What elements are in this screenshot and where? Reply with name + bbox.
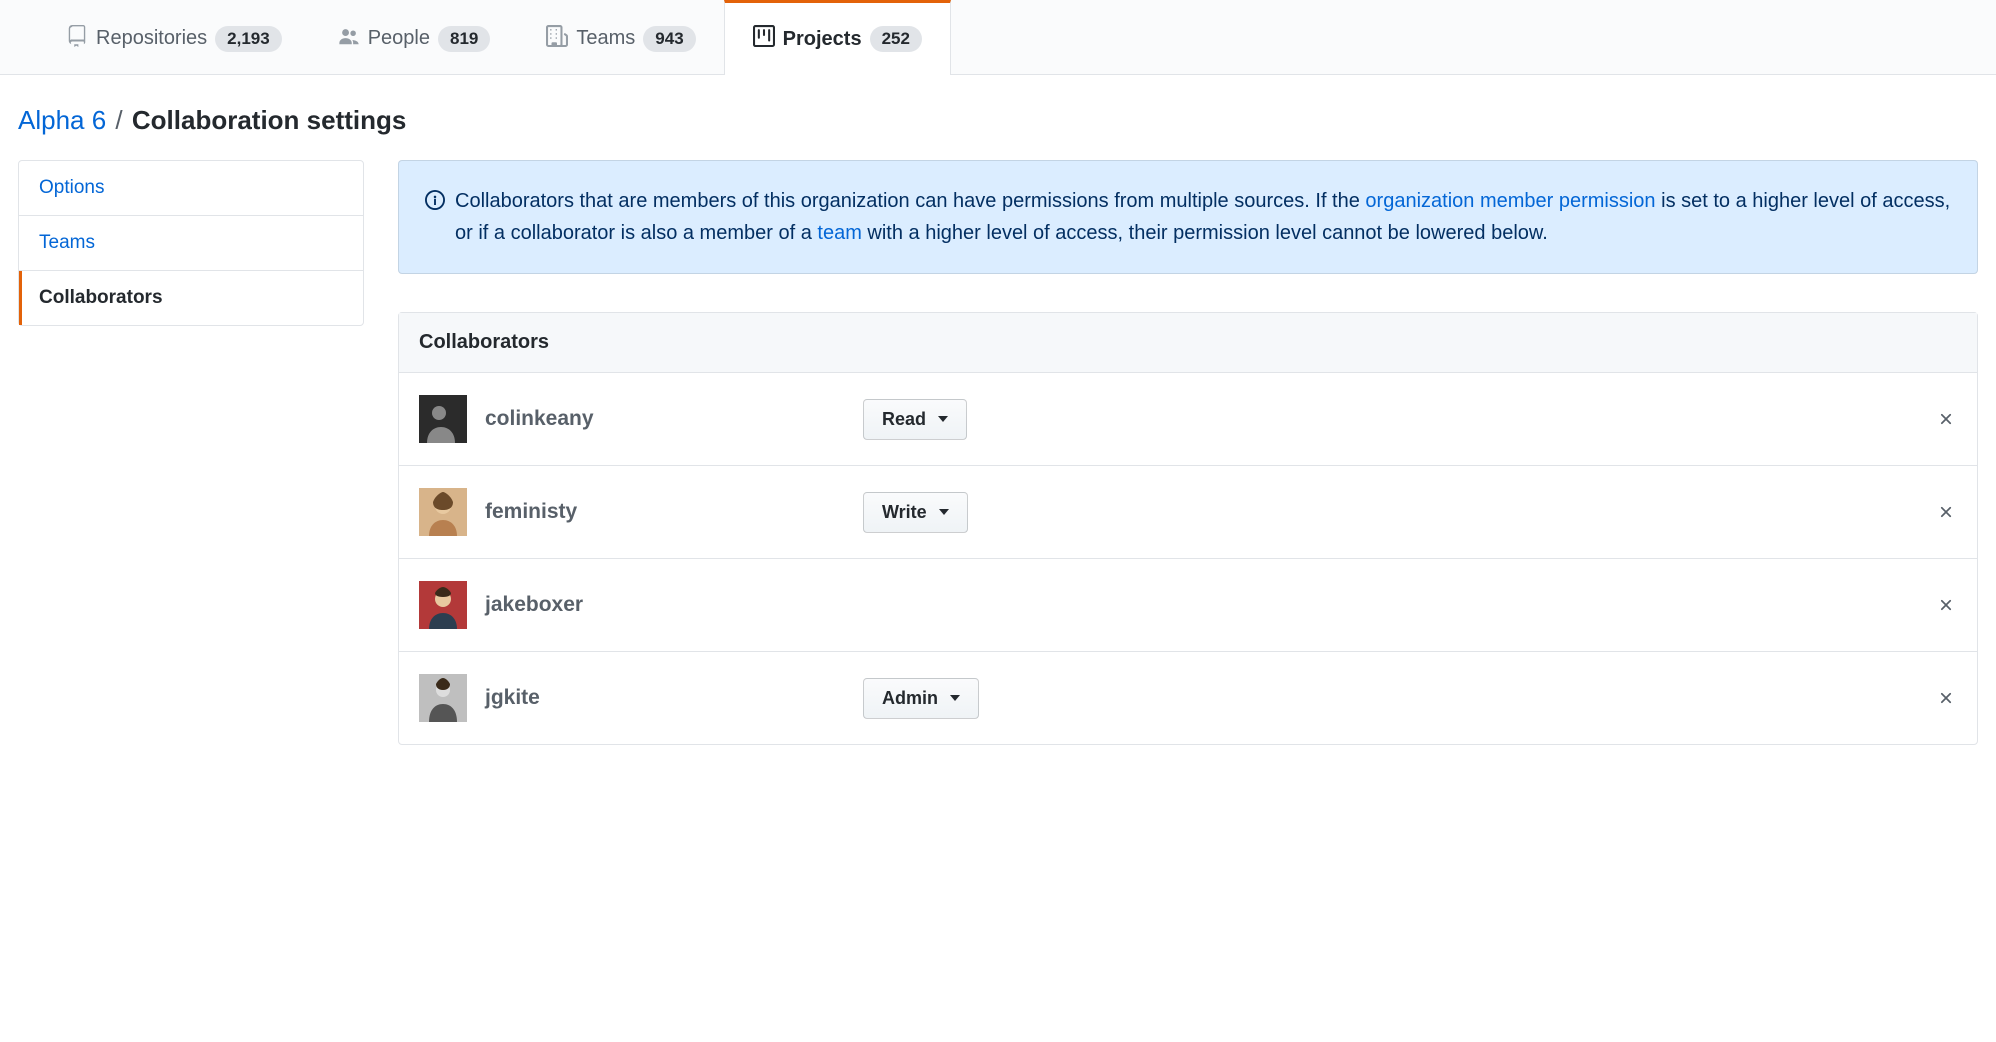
tab-repositories[interactable]: Repositories 2,193: [38, 0, 310, 74]
avatar: [419, 581, 467, 629]
breadcrumb-current: Collaboration settings: [132, 105, 406, 135]
org-icon: [546, 25, 568, 53]
project-icon: [753, 25, 775, 53]
collaborator-row: colinkeany Read: [399, 373, 1977, 466]
tab-projects[interactable]: Projects 252: [724, 0, 951, 75]
username[interactable]: jakeboxer: [485, 593, 845, 617]
collaborator-row: feministy Write: [399, 466, 1977, 559]
remove-collaborator-button[interactable]: [1935, 687, 1957, 709]
settings-sidebar: Options Teams Collaborators: [18, 160, 364, 326]
collaborators-box: Collaborators colinkeany Read: [398, 312, 1978, 745]
tab-count: 943: [643, 26, 695, 52]
tab-label: Projects: [783, 28, 862, 51]
sidebar-item-label: Teams: [39, 232, 95, 253]
permission-dropdown[interactable]: Admin: [863, 678, 979, 719]
repo-icon: [66, 25, 88, 53]
tab-teams[interactable]: Teams 943: [518, 0, 723, 74]
permission-label: Admin: [882, 688, 938, 709]
permission-label: Read: [882, 409, 926, 430]
sidebar-item-options[interactable]: Options: [19, 161, 363, 216]
avatar: [419, 395, 467, 443]
username[interactable]: colinkeany: [485, 407, 845, 431]
tab-count: 819: [438, 26, 490, 52]
breadcrumb-separator: /: [113, 105, 124, 135]
info-flash: Collaborators that are members of this o…: [398, 160, 1978, 274]
org-permission-link[interactable]: organization member permission: [1365, 190, 1655, 212]
tab-label: Teams: [576, 27, 635, 50]
remove-collaborator-button[interactable]: [1935, 594, 1957, 616]
caret-down-icon: [939, 509, 949, 515]
flash-text: Collaborators that are members of this o…: [455, 185, 1951, 249]
caret-down-icon: [950, 695, 960, 701]
permission-dropdown[interactable]: Read: [863, 399, 967, 440]
sidebar-item-label: Options: [39, 177, 104, 198]
people-icon: [338, 25, 360, 53]
remove-collaborator-button[interactable]: [1935, 408, 1957, 430]
sidebar-item-teams[interactable]: Teams: [19, 216, 363, 271]
sidebar-item-label: Collaborators: [39, 287, 163, 308]
username[interactable]: feministy: [485, 500, 845, 524]
tab-label: Repositories: [96, 27, 207, 50]
avatar: [419, 488, 467, 536]
avatar: [419, 674, 467, 722]
tab-label: People: [368, 27, 430, 50]
org-nav: Repositories 2,193 People 819 Teams 943 …: [0, 0, 1996, 75]
collaborator-row: jakeboxer: [399, 559, 1977, 652]
remove-collaborator-button[interactable]: [1935, 501, 1957, 523]
username[interactable]: jgkite: [485, 686, 845, 710]
caret-down-icon: [938, 416, 948, 422]
sidebar-item-collaborators[interactable]: Collaborators: [19, 271, 363, 325]
permission-dropdown[interactable]: Write: [863, 492, 968, 533]
collaborator-row: jgkite Admin: [399, 652, 1977, 744]
tab-people[interactable]: People 819: [310, 0, 519, 74]
info-icon: [425, 185, 445, 249]
breadcrumb: Alpha 6 / Collaboration settings: [0, 75, 1996, 160]
tab-count: 2,193: [215, 26, 282, 52]
team-link[interactable]: team: [817, 222, 861, 244]
box-header: Collaborators: [399, 313, 1977, 373]
permission-label: Write: [882, 502, 927, 523]
tab-count: 252: [870, 26, 922, 52]
breadcrumb-project-link[interactable]: Alpha 6: [18, 105, 106, 135]
